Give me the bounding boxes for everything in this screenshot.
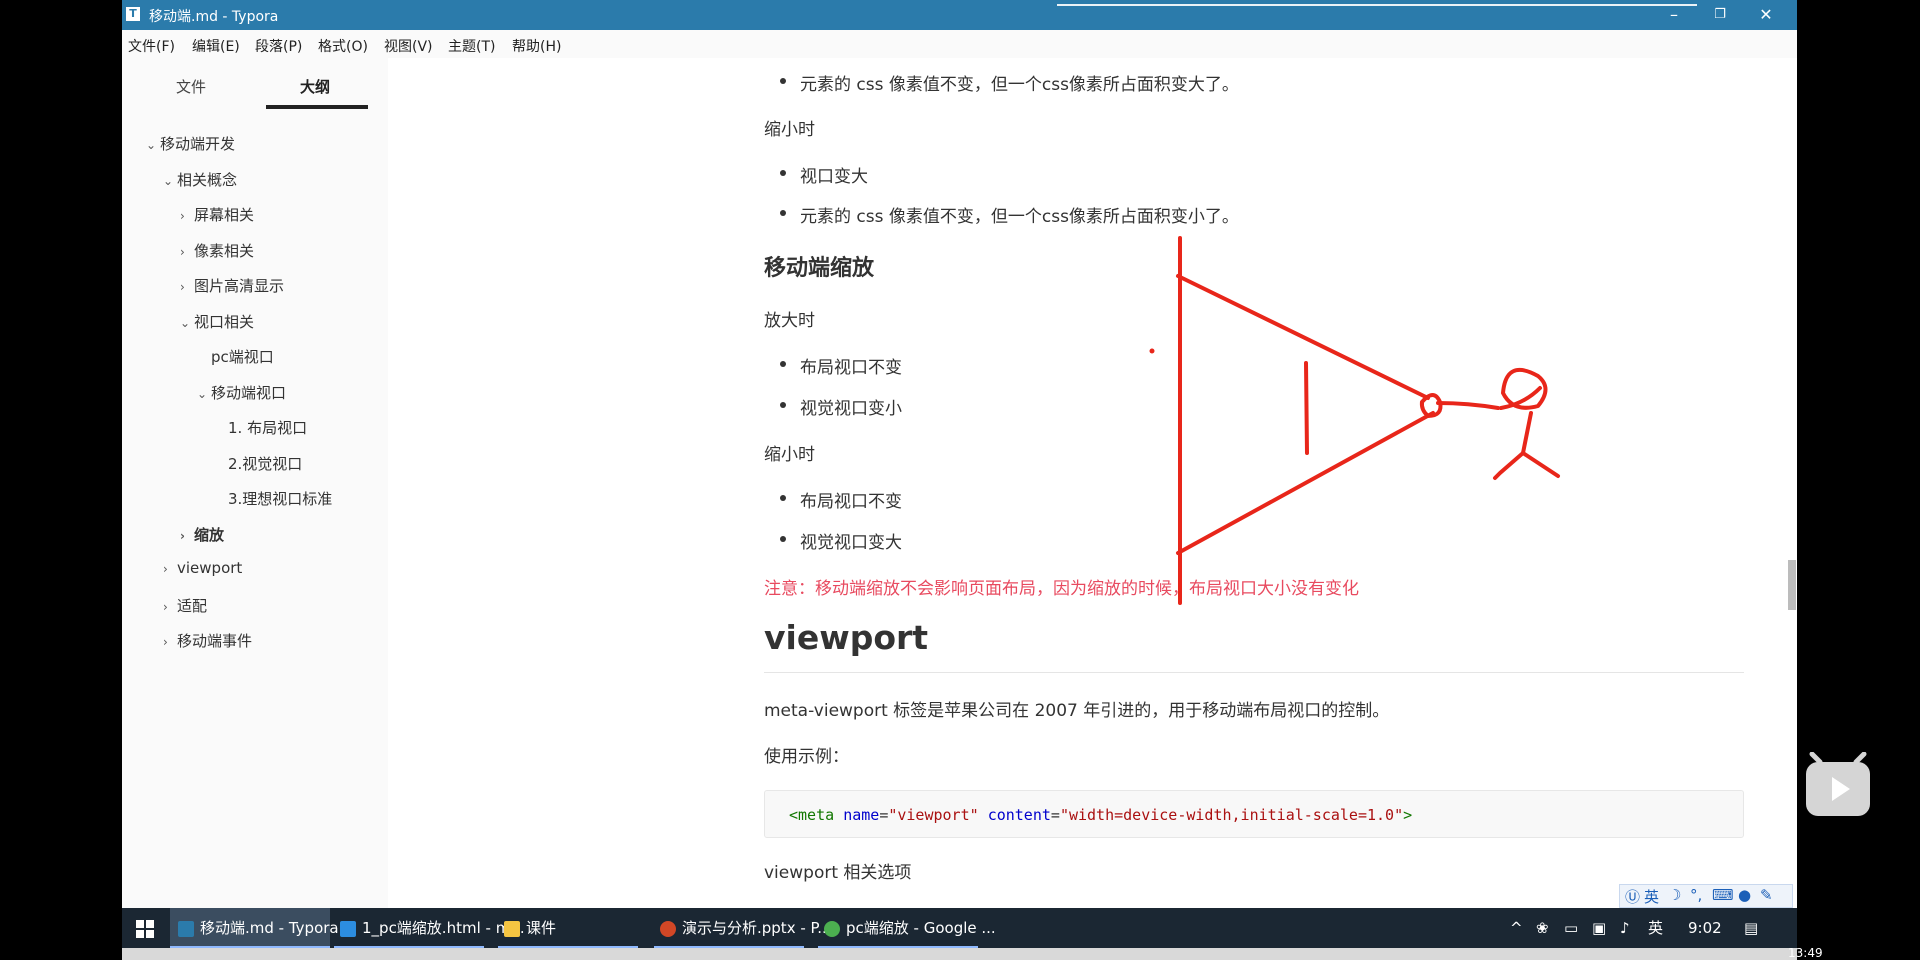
menu-file[interactable]: 文件(F) bbox=[128, 36, 175, 56]
typora-icon bbox=[178, 920, 194, 937]
taskbar-label: 课件 bbox=[526, 919, 557, 937]
tab-files[interactable]: 文件 bbox=[176, 76, 206, 97]
outline-item[interactable]: ⌄ 相关概念 bbox=[163, 169, 237, 190]
outline-label: 1. 布局视口 bbox=[228, 419, 308, 437]
menu-paragraph[interactable]: 段落(P) bbox=[255, 36, 302, 56]
taskbar-label: pc端缩放 - Google ... bbox=[846, 919, 996, 937]
menu-format[interactable]: 格式(O) bbox=[318, 36, 368, 56]
battery-icon[interactable]: ▭ bbox=[1564, 908, 1578, 948]
minimize-icon[interactable]: – bbox=[1652, 2, 1696, 28]
taskbar-label: 移动端.md - Typora bbox=[200, 919, 339, 937]
close-icon[interactable]: ✕ bbox=[1744, 2, 1788, 28]
moon-icon[interactable]: ☽ bbox=[1668, 886, 1681, 904]
chevron-down-icon: ⌄ bbox=[146, 138, 157, 152]
outline-label: 相关概念 bbox=[177, 171, 238, 189]
chevron-up-icon[interactable]: ^ bbox=[1510, 908, 1523, 948]
powerpoint-icon bbox=[660, 920, 676, 937]
app-tray-icon[interactable]: ❀ bbox=[1536, 908, 1549, 948]
outline-label: 屏幕相关 bbox=[194, 206, 255, 224]
outline-label: pc端视口 bbox=[211, 348, 274, 366]
tab-outline[interactable]: 大纲 bbox=[300, 76, 330, 97]
menu-bar: 文件(F) 编辑(E) 段落(P) 格式(O) 视图(V) 主题(T) 帮助(H… bbox=[122, 30, 1797, 58]
ime-language-label: 英 bbox=[1644, 888, 1660, 906]
outline-item[interactable]: ⌄ 视口相关 bbox=[180, 311, 254, 332]
chevron-right-icon: › bbox=[180, 529, 185, 543]
ime-logo-icon: Ⓤ bbox=[1625, 888, 1641, 906]
chevron-right-icon: › bbox=[163, 600, 168, 614]
handwritten-annotation bbox=[1149, 236, 1560, 605]
volume-icon[interactable]: ♪ bbox=[1620, 908, 1630, 948]
active-tab-indicator bbox=[266, 105, 368, 109]
typora-window: T 移动端.md - Typora – ❐ ✕ 文件(F) 编辑(E) 段落(P… bbox=[122, 0, 1797, 960]
chevron-down-icon: ⌄ bbox=[163, 174, 174, 188]
outline-label: 图片高清显示 bbox=[194, 277, 285, 295]
window-title: 移动端.md - Typora bbox=[149, 9, 279, 25]
taskbar-label: 演示与分析.pptx - P... bbox=[682, 919, 832, 937]
taskbar-item-typora[interactable]: 移动端.md - Typora bbox=[170, 908, 339, 948]
punctuation-icon[interactable]: °, bbox=[1690, 886, 1702, 904]
folder-icon bbox=[504, 920, 520, 937]
taskbar-item-vscode[interactable]: 1_pc端缩放.html - m... bbox=[334, 908, 525, 948]
sidebar: 文件 大纲 ⌄ 移动端开发 ⌄ 相关概念 › 屏幕相关 › 像素相关 › 图片高清显示 ⌄… bbox=[122, 58, 389, 908]
user-icon[interactable]: ● bbox=[1738, 886, 1751, 904]
network-icon[interactable]: ▣ bbox=[1592, 908, 1606, 948]
outline-label: 移动端事件 bbox=[177, 632, 253, 650]
taskbar-item-folder[interactable]: 课件 bbox=[498, 908, 648, 948]
outline-item[interactable]: › 像素相关 bbox=[180, 240, 254, 261]
outline-item[interactable]: 1. 布局视口 bbox=[214, 417, 307, 438]
windows-taskbar: 移动端.md - Typora 1_pc端缩放.html - m... 课件 演… bbox=[122, 908, 1797, 948]
menu-theme[interactable]: 主题(T) bbox=[448, 36, 495, 56]
play-icon[interactable] bbox=[1804, 752, 1872, 818]
outline-label: 适配 bbox=[177, 597, 208, 615]
chevron-right-icon: › bbox=[163, 635, 168, 649]
outline-item[interactable]: 2.视觉视口 bbox=[214, 453, 302, 474]
tray-language[interactable]: 英 bbox=[1648, 908, 1663, 948]
outline-item[interactable]: › 屏幕相关 bbox=[180, 204, 254, 225]
typora-app-icon: T bbox=[126, 7, 140, 21]
wrench-icon[interactable]: ✎ bbox=[1760, 886, 1773, 904]
outline-label: 缩放 bbox=[194, 526, 225, 544]
outline-item[interactable]: › 适配 bbox=[163, 595, 207, 616]
taskbar-item-powerpoint[interactable]: 演示与分析.pptx - P... bbox=[654, 908, 832, 948]
outline-label: 移动端开发 bbox=[160, 135, 236, 153]
background-strip bbox=[122, 948, 1797, 960]
vscode-icon bbox=[340, 920, 356, 937]
outline-label: 像素相关 bbox=[194, 242, 255, 260]
keyboard-icon[interactable]: ⌨ bbox=[1712, 886, 1734, 904]
editor-content[interactable]: 元素的 css 像素值不变，但一个css像素所占面积变大了。 缩小时 视口变大 … bbox=[388, 58, 1797, 908]
outline-label: 移动端视口 bbox=[211, 384, 287, 402]
outline-label: 2.视觉视口 bbox=[228, 455, 303, 473]
outline-label: viewport bbox=[177, 559, 243, 577]
title-bar: T 移动端.md - Typora – ❐ ✕ bbox=[122, 0, 1797, 30]
chevron-right-icon: › bbox=[180, 280, 185, 294]
outline-item[interactable]: ⌄ 移动端开发 bbox=[146, 133, 235, 154]
chevron-right-icon: › bbox=[180, 245, 185, 259]
outline-item[interactable]: › 移动端事件 bbox=[163, 630, 252, 651]
tray-clock[interactable]: 9:02 bbox=[1688, 908, 1722, 948]
chevron-right-icon: › bbox=[180, 209, 185, 223]
ime-toolbar[interactable]: Ⓤ 英 ☽ °, ⌨ ● ✎ bbox=[1619, 884, 1793, 908]
outline-item[interactable]: 3.理想视口标准 bbox=[214, 488, 332, 509]
overlay-clock: 13:49 bbox=[1788, 946, 1823, 960]
taskbar-item-chrome[interactable]: pc端缩放 - Google ... bbox=[818, 908, 996, 948]
outline-item-active[interactable]: › 缩放 bbox=[180, 524, 224, 545]
title-bar-divider bbox=[1057, 4, 1697, 6]
outline-item[interactable]: ⌄ 移动端视口 bbox=[197, 382, 286, 403]
menu-help[interactable]: 帮助(H) bbox=[512, 36, 561, 56]
windows-start-icon[interactable] bbox=[136, 920, 154, 938]
outline-item[interactable]: › 图片高清显示 bbox=[180, 275, 284, 296]
outline-item[interactable]: pc端视口 bbox=[197, 346, 274, 367]
chevron-down-icon: ⌄ bbox=[197, 387, 208, 401]
outline-item[interactable]: › viewport bbox=[163, 559, 242, 577]
outline-label: 视口相关 bbox=[194, 313, 255, 331]
menu-view[interactable]: 视图(V) bbox=[384, 36, 433, 56]
chrome-icon bbox=[824, 920, 840, 937]
outline-label: 3.理想视口标准 bbox=[228, 490, 333, 508]
scrollbar-thumb[interactable] bbox=[1788, 560, 1796, 610]
menu-edit[interactable]: 编辑(E) bbox=[192, 36, 240, 56]
chevron-down-icon: ⌄ bbox=[180, 316, 191, 330]
chevron-right-icon: › bbox=[163, 562, 168, 576]
notification-icon[interactable]: ▤ bbox=[1744, 908, 1758, 948]
restore-icon[interactable]: ❐ bbox=[1698, 2, 1742, 28]
